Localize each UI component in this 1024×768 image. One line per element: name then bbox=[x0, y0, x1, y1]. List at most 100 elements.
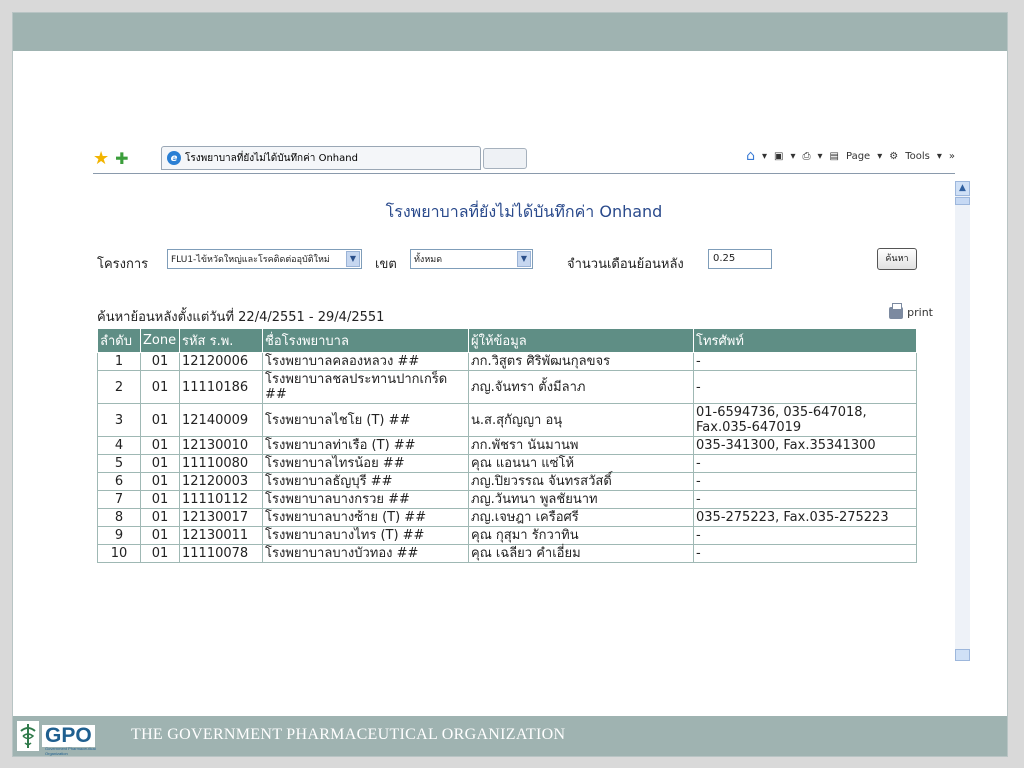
hospital-table: ลำดับ Zone รหัส ร.พ. ชื่อโรงพยาบาล ผู้ให… bbox=[97, 328, 917, 563]
project-label: โครงการ bbox=[97, 257, 149, 272]
cell-reporter: ภญ.จันทรา ตั้งมีลาภ bbox=[468, 370, 694, 404]
cell-reporter: ภก.พัชรา นันมานพ bbox=[468, 436, 694, 455]
filter-bar: โครงการ FLU1-ไข้หวัดใหญ่และโรคติดต่ออุบั… bbox=[97, 248, 955, 275]
table-row: 9 01 12130011 โรงพยาบาลบางไทร (T) ## คุณ กุส… bbox=[97, 526, 917, 545]
cell-code: 11110186 bbox=[179, 370, 263, 404]
cell-seq: 5 bbox=[97, 454, 141, 473]
cell-code: 11110112 bbox=[179, 490, 263, 509]
gpo-logo-subtext: Government Pharmaceutical Organization bbox=[45, 746, 96, 756]
gpo-logo-text: GPO bbox=[42, 725, 95, 747]
zone-label: เขต bbox=[375, 257, 397, 272]
home-dropdown-icon[interactable]: ▾ bbox=[762, 151, 767, 162]
page-title: โรงพยาบาลที่ยังไม่ได้บันทึกค่า Onhand bbox=[385, 202, 663, 221]
chevron-down-icon[interactable]: ▼ bbox=[517, 251, 531, 267]
toolbar-divider bbox=[93, 173, 955, 174]
cell-reporter: ภญ.ปิยวรรณ จันทรสวัสดิ์ bbox=[468, 472, 694, 491]
cell-code: 12130011 bbox=[179, 526, 263, 545]
cell-phone: - bbox=[693, 490, 917, 509]
search-button[interactable]: ค้นหา bbox=[877, 248, 917, 270]
col-header-reporter: ผู้ให้ข้อมูล bbox=[468, 328, 694, 353]
cell-hospital: โรงพยาบาลบางกรวย ## bbox=[262, 490, 469, 509]
cell-seq: 7 bbox=[97, 490, 141, 509]
slide: ★ ✚ e โรงพยาบาลที่ยังไม่ได้บันทึกค่า Onh… bbox=[12, 12, 1008, 757]
printer-icon bbox=[889, 302, 904, 319]
print-label: print bbox=[907, 306, 933, 319]
col-header-hospital: ชื่อโรงพยาบาล bbox=[262, 328, 469, 353]
cell-seq: 3 bbox=[97, 403, 141, 437]
table-header-row: ลำดับ Zone รหัส ร.พ. ชื่อโรงพยาบาล ผู้ให… bbox=[97, 328, 917, 353]
cell-code: 12120006 bbox=[179, 352, 263, 371]
table-row: 3 01 12140009 โรงพยาบาลไชโย (T) ## น.ส.สุกัญ… bbox=[97, 403, 917, 437]
tools-gear-icon[interactable]: ⚙ bbox=[889, 151, 898, 162]
print-toolbar-icon[interactable]: ⎙ bbox=[803, 151, 811, 162]
cell-phone: - bbox=[693, 472, 917, 491]
cell-reporter: คุณ เฉลียว คำเอี่ยม bbox=[468, 544, 694, 563]
cell-zone: 01 bbox=[140, 454, 180, 473]
tools-dropdown-icon[interactable]: ▾ bbox=[937, 151, 942, 162]
cell-hospital: โรงพยาบาลไชโย (T) ## bbox=[262, 403, 469, 437]
cell-zone: 01 bbox=[140, 370, 180, 404]
zone-select-value: ทั้งหมด bbox=[414, 255, 443, 265]
command-bar: ⌂ ▾ ▣ ▾ ⎙ ▾ ▤ Page ▾ ⚙ Tools ▾ » bbox=[739, 148, 955, 164]
page-menu-icon[interactable]: ▤ bbox=[830, 151, 839, 162]
cell-hospital: โรงพยาบาลท่าเรือ (T) ## bbox=[262, 436, 469, 455]
cell-hospital: โรงพยาบาลบางซ้าย (T) ## bbox=[262, 508, 469, 527]
browser-toolbar: ★ ✚ e โรงพยาบาลที่ยังไม่ได้บันทึกค่า Onh… bbox=[93, 143, 955, 174]
cell-phone: 01-6594736, 035-647018, Fax.035-647019 bbox=[693, 403, 917, 437]
organization-name: THE GOVERNMENT PHARMACEUTICAL ORGANIZATI… bbox=[131, 726, 566, 743]
page-dropdown-icon[interactable]: ▾ bbox=[877, 151, 882, 162]
project-select[interactable]: FLU1-ไข้หวัดใหญ่และโรคติดต่ออุบัติใหม่ ▼ bbox=[167, 249, 362, 269]
cell-reporter: คุณ กุสุมา รักวาทิน bbox=[468, 526, 694, 545]
page-menu[interactable]: Page bbox=[846, 151, 870, 162]
cell-phone: - bbox=[693, 370, 917, 404]
cell-code: 11110078 bbox=[179, 544, 263, 563]
feeds-icon[interactable]: ▣ bbox=[774, 151, 783, 162]
cell-seq: 1 bbox=[97, 352, 141, 371]
cell-phone: - bbox=[693, 352, 917, 371]
cell-reporter: ภก.วิสูตร ศิริพัฒนกุลขจร bbox=[468, 352, 694, 371]
cell-zone: 01 bbox=[140, 403, 180, 437]
col-header-code: รหัส ร.พ. bbox=[179, 328, 263, 353]
cell-seq: 10 bbox=[97, 544, 141, 563]
tools-menu[interactable]: Tools bbox=[905, 151, 930, 162]
cell-hospital: โรงพยาบาลบางไทร (T) ## bbox=[262, 526, 469, 545]
cell-reporter: น.ส.สุกัญญา อนุ bbox=[468, 403, 694, 437]
new-tab-button[interactable] bbox=[483, 148, 527, 169]
home-icon[interactable]: ⌂ bbox=[746, 148, 755, 164]
cell-seq: 4 bbox=[97, 436, 141, 455]
cell-zone: 01 bbox=[140, 544, 180, 563]
date-range-text: ค้นหาย้อนหลังตั้งแต่วันที่ 22/4/2551 - 2… bbox=[97, 310, 385, 325]
cell-phone: 035-341300, Fax.35341300 bbox=[693, 436, 917, 455]
cell-code: 12140009 bbox=[179, 403, 263, 437]
months-input[interactable]: 0.25 bbox=[708, 249, 772, 269]
chevron-down-icon[interactable]: ▼ bbox=[346, 251, 360, 267]
cell-zone: 01 bbox=[140, 352, 180, 371]
browser-tab[interactable]: e โรงพยาบาลที่ยังไม่ได้บันทึกค่า Onhand bbox=[161, 146, 481, 170]
col-header-seq: ลำดับ bbox=[97, 328, 141, 353]
cell-phone: - bbox=[693, 544, 917, 563]
zone-select[interactable]: ทั้งหมด ▼ bbox=[410, 249, 533, 269]
table-row: 4 01 12130010 โรงพยาบาลท่าเรือ (T) ## ภก.พัช… bbox=[97, 436, 917, 455]
feeds-dropdown-icon[interactable]: ▾ bbox=[790, 151, 795, 162]
cell-zone: 01 bbox=[140, 526, 180, 545]
col-header-phone: โทรศัพท์ bbox=[693, 328, 917, 353]
cell-phone: 035-275223, Fax.035-275223 bbox=[693, 508, 917, 527]
cell-zone: 01 bbox=[140, 472, 180, 491]
cell-hospital: โรงพยาบาลบางบัวทอง ## bbox=[262, 544, 469, 563]
cell-reporter: ภญ.เจษฎา เครือศรี bbox=[468, 508, 694, 527]
table-row: 1 01 12120006 โรงพยาบาลคลองหลวง ## ภก.วิสูตร… bbox=[97, 352, 917, 371]
cell-code: 11110080 bbox=[179, 454, 263, 473]
cell-reporter: คุณ แอนนา แซ่โห้ bbox=[468, 454, 694, 473]
print-dropdown-icon[interactable]: ▾ bbox=[818, 151, 823, 162]
add-favorite-icon[interactable]: ✚ bbox=[115, 149, 128, 168]
cell-hospital: โรงพยาบาลธัญบุรี ## bbox=[262, 472, 469, 491]
chevron-more-icon[interactable]: » bbox=[949, 151, 955, 162]
cell-seq: 2 bbox=[97, 370, 141, 404]
print-link[interactable]: print bbox=[889, 302, 933, 319]
favorites-star-icon[interactable]: ★ bbox=[93, 148, 109, 169]
tab-title: โรงพยาบาลที่ยังไม่ได้บันทึกค่า Onhand bbox=[185, 152, 358, 164]
table-row: 7 01 11110112 โรงพยาบาลบางกรวย ## ภญ.วันทนา … bbox=[97, 490, 917, 509]
project-select-value: FLU1-ไข้หวัดใหญ่และโรคติดต่ออุบัติใหม่ bbox=[171, 255, 330, 265]
cell-code: 12120003 bbox=[179, 472, 263, 491]
cell-code: 12130017 bbox=[179, 508, 263, 527]
